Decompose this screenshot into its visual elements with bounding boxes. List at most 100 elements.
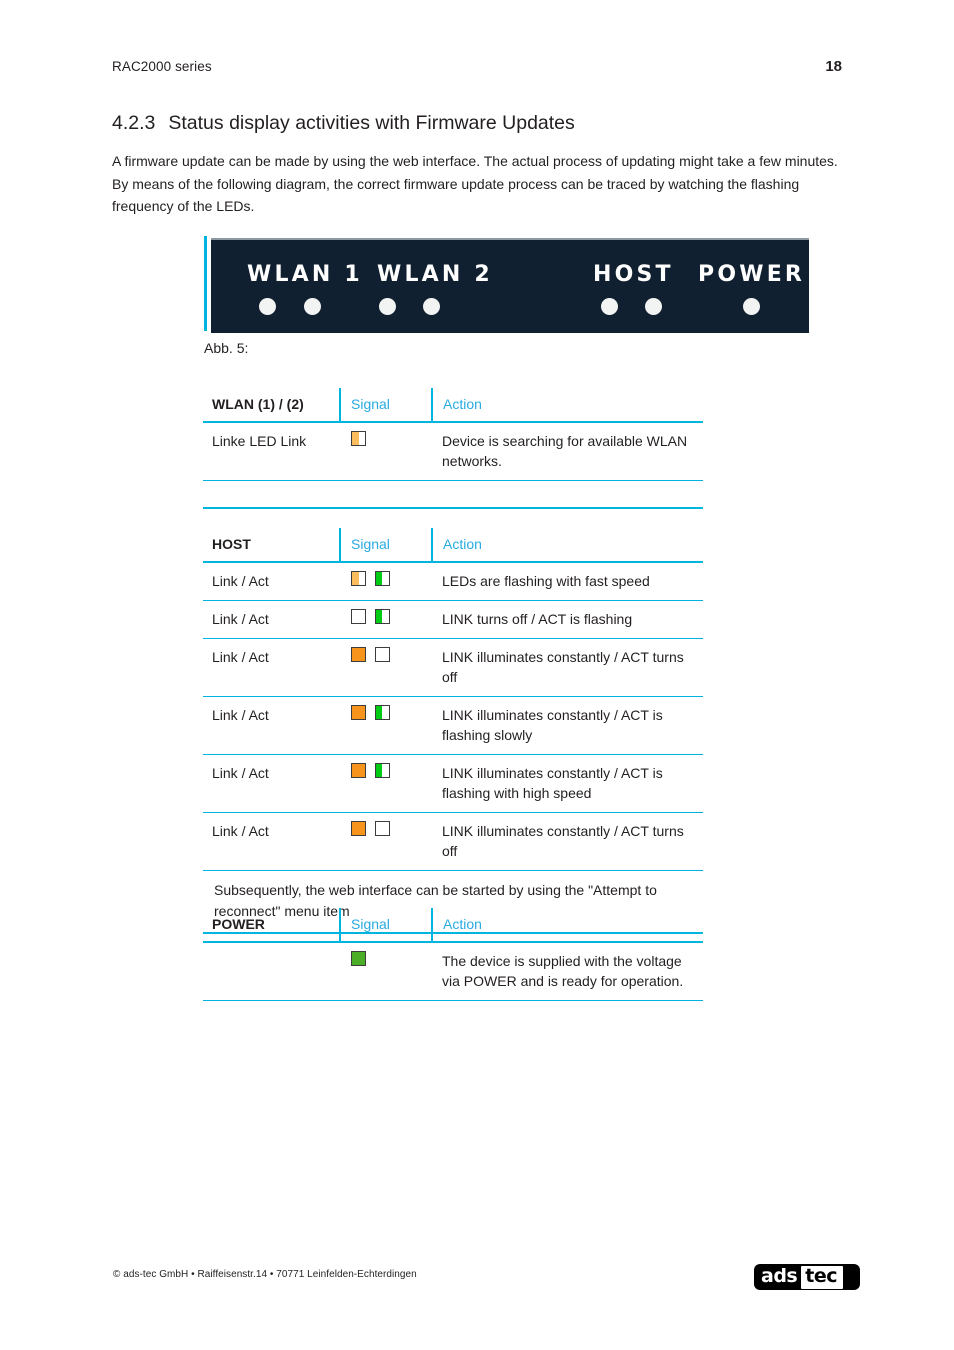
page-number: 18 [825, 58, 842, 75]
section-title: Status display activities with Firmware … [168, 112, 575, 134]
cell-signal [340, 562, 432, 601]
ads-tec-logo: ads tec [754, 1264, 860, 1290]
signal-swatch-empty [351, 609, 366, 624]
spacer-cell [203, 480, 703, 509]
cell-signal [340, 812, 432, 871]
signal-swatch-full [351, 647, 366, 662]
cell-signal [340, 422, 432, 481]
cell-signal [340, 696, 432, 755]
signal-swatch-full [351, 705, 366, 720]
table-row: Linke LED Link Device is searching for av… [203, 422, 703, 481]
signal-swatch-full [351, 763, 366, 778]
figure-caption: Abb. 5: [204, 340, 249, 356]
cell-signal [340, 638, 432, 697]
column-header-signal: Signal [339, 908, 432, 943]
swatch-fill [352, 952, 365, 965]
led-dot-group [211, 240, 809, 333]
intro-paragraph: A firmware update can be made by using t… [112, 153, 838, 214]
table-row: Link / Act LEDs are flashing with fast sp… [203, 562, 703, 601]
table-row: Link / Act LINK illuminates constantly / … [203, 754, 703, 813]
cell-action: The device is supplied with the voltage … [432, 942, 703, 1001]
cell-action: LINK illuminates constantly / ACT is fla… [432, 754, 703, 813]
cell-signal [340, 600, 432, 639]
logo-text-tec: tec [801, 1265, 843, 1289]
signal-swatch-group [351, 647, 426, 662]
swatch-fill [352, 572, 360, 585]
led-indicator-6 [645, 298, 662, 315]
column-header-name: POWER [203, 908, 340, 943]
swatch-unlit [382, 764, 389, 777]
column-header-action: Action [431, 388, 703, 423]
table-header-row: WLAN (1) / (2) Signal Action [203, 388, 703, 423]
device-front-panel: WLAN 1 WLAN 2 HOST POWER [211, 238, 809, 333]
cell-action: LINK illuminates constantly / ACT is fla… [432, 696, 703, 755]
signal-swatch-half [375, 609, 390, 624]
signal-swatch-group [351, 951, 426, 966]
signal-swatch-group [351, 705, 426, 720]
swatch-fill [352, 822, 365, 835]
led-indicator-3 [379, 298, 396, 315]
table-row: The device is supplied with the voltage … [203, 942, 703, 1001]
table-header-row: HOST Signal Action [203, 528, 703, 563]
footer-address: © ads-tec GmbH • Raiffeisenstr.14 • 7077… [113, 1269, 417, 1280]
swatch-unlit [382, 572, 389, 585]
signal-swatch-half [375, 705, 390, 720]
swatch-unlit [352, 610, 365, 623]
signal-swatch-half [375, 763, 390, 778]
column-header-name: WLAN (1) / (2) [203, 388, 340, 423]
power-table: POWER Signal Action The device is supplied … [203, 908, 703, 1001]
signal-swatch-group [351, 431, 426, 446]
table-header-row: POWER Signal Action [203, 908, 703, 943]
cell-action: LINK turns off / ACT is flashing [432, 600, 703, 639]
cell-led-name: Link / Act [203, 812, 340, 871]
cell-action: LINK illuminates constantly / ACT turns … [432, 638, 703, 697]
section-number: 4.2.3 [112, 112, 156, 134]
cell-action: LINK illuminates constantly / ACT turns … [432, 812, 703, 871]
cell-action: Device is searching for available WLAN n… [432, 422, 703, 481]
page-header: RAC2000 series 18 [112, 58, 842, 75]
led-indicator-5 [601, 298, 618, 315]
swatch-unlit [382, 610, 389, 623]
host-table: HOST Signal Action Link / Act LEDs are flash… [203, 528, 703, 934]
cell-led-name [203, 942, 340, 1001]
device-figure: WLAN 1 WLAN 2 HOST POWER [204, 236, 809, 333]
swatch-fill [352, 764, 365, 777]
figure-accent-bar [204, 236, 207, 331]
cell-led-name: Link / Act [203, 754, 340, 813]
section-heading: 4.2.3 Status display activities with Firm… [112, 112, 575, 135]
swatch-unlit [376, 822, 389, 835]
led-indicator-2 [304, 298, 321, 315]
column-header-name: HOST [203, 528, 340, 563]
signal-swatch-group [351, 571, 426, 586]
swatch-fill [352, 648, 365, 661]
cell-signal [340, 942, 432, 1001]
signal-swatch-group [351, 821, 426, 836]
wlan-table: WLAN (1) / (2) Signal Action Linke LED Link… [203, 388, 703, 509]
cell-led-name: Link / Act [203, 696, 340, 755]
table-row: Link / Act LINK illuminates constantly / … [203, 696, 703, 755]
table-row: Link / Act LINK illuminates constantly / … [203, 812, 703, 871]
led-indicator-1 [259, 298, 276, 315]
cell-led-name: Link / Act [203, 600, 340, 639]
logo-text-ads: ads [761, 1264, 798, 1287]
signal-swatch-empty [375, 821, 390, 836]
led-indicator-7 [743, 298, 760, 315]
swatch-unlit [359, 432, 365, 445]
signal-swatch-half [375, 571, 390, 586]
column-header-action: Action [431, 908, 703, 943]
swatch-unlit [359, 572, 365, 585]
signal-swatch-full [351, 821, 366, 836]
signal-swatch-full [351, 951, 366, 966]
table-row: Link / Act LINK turns off / ACT is flashi… [203, 600, 703, 639]
swatch-unlit [381, 706, 389, 719]
cell-led-name: Link / Act [203, 562, 340, 601]
signal-swatch-group [351, 763, 426, 778]
cell-signal [340, 754, 432, 813]
swatch-fill [352, 706, 365, 719]
cell-led-name: Link / Act [203, 638, 340, 697]
signal-swatch-half [351, 431, 366, 446]
column-header-signal: Signal [339, 388, 432, 423]
column-header-action: Action [431, 528, 703, 563]
signal-swatch-half [351, 571, 366, 586]
table-row: Link / Act LINK illuminates constantly / … [203, 638, 703, 697]
